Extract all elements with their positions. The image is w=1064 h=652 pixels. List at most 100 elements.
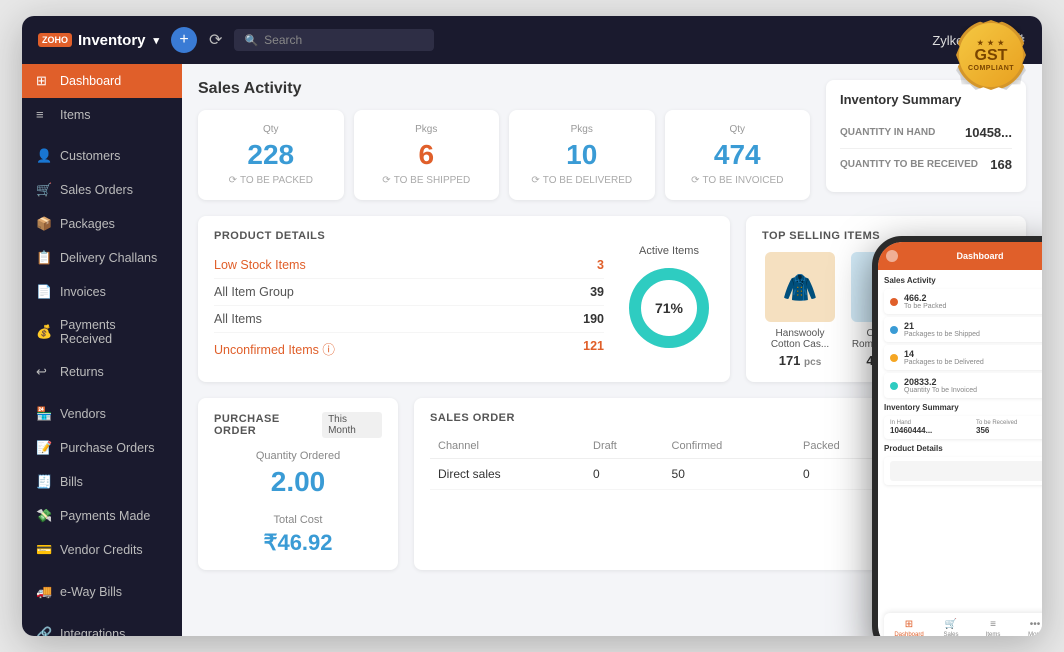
po-qty-label: Quantity Ordered <box>214 450 382 462</box>
shipped-value: 6 <box>370 139 484 171</box>
sales-orders-icon: 🛒 <box>36 182 52 198</box>
phone-in-hand: In Hand 10460444... <box>890 420 968 435</box>
sidebar-item-bills[interactable]: 🧾 Bills <box>22 465 182 499</box>
search-input[interactable] <box>264 33 424 47</box>
ts-item-1: 🧥 Hanswooly Cotton Cas... 171 pcs <box>762 252 838 368</box>
vendor-credits-icon: 💳 <box>36 542 52 558</box>
sidebar-item-invoices[interactable]: 📄 Invoices <box>22 275 182 309</box>
gst-badge: ★ ★ ★ GST COMPLIANT <box>956 20 1026 90</box>
in-hand-value: 10458... <box>965 125 1012 140</box>
po-cost-label: Total Cost <box>214 514 382 526</box>
history-icon[interactable]: ⟳ <box>209 30 222 50</box>
purchase-order: PURCHASE ORDER This Month Quantity Order… <box>198 398 398 570</box>
sales-activity-title: Sales Activity <box>198 80 810 98</box>
gst-text: GST <box>975 47 1008 65</box>
add-button[interactable]: + <box>171 27 197 53</box>
ts-img-1: 🧥 <box>765 252 835 322</box>
sidebar-label-payments-made: Payments Made <box>60 509 150 523</box>
item-group-label: All Item Group <box>214 285 294 299</box>
phone-dot-4 <box>890 382 898 390</box>
sidebar-item-payments-received[interactable]: 💰 Payments Received <box>22 309 182 355</box>
packages-icon: 📦 <box>36 216 52 232</box>
inventory-summary: Inventory Summary QUANTITY IN HAND 10458… <box>826 80 1026 192</box>
sidebar-label-vendors: Vendors <box>60 407 106 421</box>
app-logo[interactable]: ZOHO Inventory ▾ <box>38 32 159 49</box>
phone-nav-items[interactable]: ≡ Items <box>972 619 1014 636</box>
unconfirmed-label[interactable]: Unconfirmed Items ⓘ <box>214 339 335 358</box>
phone-activity-3: 14 Packages to be Delivered › <box>884 345 1042 370</box>
low-stock-value: 3 <box>597 258 604 272</box>
ts-qty-1: 171 pcs <box>762 353 838 368</box>
pd-row-unconfirmed: Unconfirmed Items ⓘ 121 <box>214 333 604 364</box>
search-bar[interactable]: 🔍 <box>234 29 434 51</box>
invoiced-value: 474 <box>681 139 795 171</box>
sidebar-label-customers: Customers <box>60 149 120 163</box>
sidebar-label-vendor-credits: Vendor Credits <box>60 543 143 557</box>
sidebar-item-packages[interactable]: 📦 Packages <box>22 207 182 241</box>
phone-nav-home-icon: ⊞ <box>905 619 913 630</box>
donut-chart: 71% <box>624 263 714 353</box>
delivery-icon: 📋 <box>36 250 52 266</box>
phone-pd-title: Product Details <box>884 444 1042 453</box>
phone-nav-items-icon: ≡ <box>990 619 996 630</box>
sidebar-label-dashboard: Dashboard <box>60 74 121 88</box>
invoiced-label: ⟳ TO BE INVOICED <box>681 175 795 186</box>
sidebar-label-delivery: Delivery Challans <box>60 251 157 265</box>
bills-icon: 🧾 <box>36 474 52 490</box>
po-period-selector[interactable]: This Month <box>322 412 382 438</box>
phone-bottombar: ⊞ Dashboard 🛒 Sales ≡ Items ••• <box>884 613 1042 636</box>
phone-num-1: 466.2 <box>904 293 946 303</box>
phone-inv-title: Inventory Summary <box>884 403 1042 412</box>
main-layout: ⊞ Dashboard ≡ Items 👤 Customers 🛒 Sales … <box>22 64 1042 636</box>
app-title: Inventory <box>78 32 146 49</box>
phone-to-receive: To be Received 356 <box>976 420 1042 435</box>
so-col-confirmed: Confirmed <box>664 434 796 459</box>
sidebar-item-items[interactable]: ≡ Items <box>22 98 182 131</box>
sidebar-item-integrations[interactable]: 🔗 Integrations <box>22 617 182 636</box>
inv-row-in-hand: QUANTITY IN HAND 10458... <box>840 117 1012 149</box>
sidebar-item-delivery[interactable]: 📋 Delivery Challans <box>22 241 182 275</box>
po-header: PURCHASE ORDER This Month <box>214 412 382 438</box>
items-icon: ≡ <box>36 107 52 122</box>
inventory-summary-title: Inventory Summary <box>840 92 1012 107</box>
phone-nav-sales[interactable]: 🛒 Sales <box>930 619 972 636</box>
sidebar-item-vendors[interactable]: 🏪 Vendors <box>22 397 182 431</box>
product-details: PRODUCT DETAILS Low Stock Items 3 All It… <box>198 216 730 382</box>
phone-num-4: 20833.2 <box>904 377 977 387</box>
product-details-title: PRODUCT DETAILS <box>214 230 604 242</box>
phone-nav-dashboard[interactable]: ⊞ Dashboard <box>888 619 930 636</box>
item-group-value: 39 <box>590 285 604 299</box>
delivered-label: ⟳ TO BE DELIVERED <box>525 175 639 186</box>
phone-label-2: Packages to be Shipped <box>904 331 980 338</box>
phone-pd-section <box>884 457 1042 485</box>
sales-activity: Sales Activity Qty 228 ⟳ TO BE PACKED Pk… <box>198 80 810 200</box>
sidebar-item-returns[interactable]: ↩ Returns <box>22 355 182 389</box>
so-channel-value: Direct sales <box>430 459 585 490</box>
phone-label-3: Packages to be Delivered <box>904 359 984 366</box>
product-details-right: Active Items 71% <box>624 230 714 368</box>
low-stock-label[interactable]: Low Stock Items <box>214 258 306 272</box>
packed-unit: Qty <box>214 124 328 135</box>
zoho-badge: ZOHO <box>38 33 72 47</box>
ts-name-1: Hanswooly Cotton Cas... <box>762 328 838 350</box>
sidebar-item-payments-made[interactable]: 💸 Payments Made <box>22 499 182 533</box>
sidebar-item-dashboard[interactable]: ⊞ Dashboard <box>22 64 182 98</box>
phone-nav-more[interactable]: ••• More <box>1014 619 1042 636</box>
po-qty-value: 2.00 <box>214 466 382 498</box>
sidebar-item-eway[interactable]: 🚚 e-Way Bills <box>22 575 182 609</box>
phone-activity-info-1: 466.2 To be Packed <box>904 293 946 310</box>
po-title: PURCHASE ORDER <box>214 413 322 437</box>
sidebar-item-purchase-orders[interactable]: 📝 Purchase Orders <box>22 431 182 465</box>
chevron-down-icon: ▾ <box>154 34 160 47</box>
so-confirmed-value: 50 <box>664 459 796 490</box>
phone-label-4: Quantity To be Invoiced <box>904 387 977 394</box>
sidebar-item-customers[interactable]: 👤 Customers <box>22 139 182 173</box>
sidebar-label-invoices: Invoices <box>60 285 106 299</box>
sidebar-item-vendor-credits[interactable]: 💳 Vendor Credits <box>22 533 182 567</box>
activity-card-delivered: Pkgs 10 ⟳ TO BE DELIVERED <box>509 110 655 200</box>
delivered-value: 10 <box>525 139 639 171</box>
sidebar-item-sales-orders[interactable]: 🛒 Sales Orders <box>22 173 182 207</box>
so-col-channel: Channel <box>430 434 585 459</box>
phone-num-2: 21 <box>904 321 980 331</box>
phone-activity-info-2: 21 Packages to be Shipped <box>904 321 980 338</box>
